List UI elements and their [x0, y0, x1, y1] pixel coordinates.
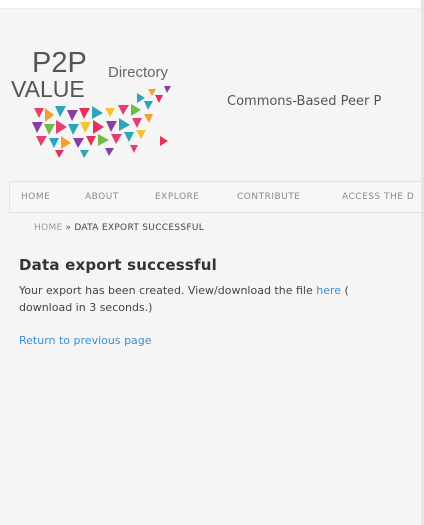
export-message-paren: (: [341, 284, 349, 297]
nav-item-access-the-data[interactable]: ACCESS THE D: [342, 182, 414, 212]
breadcrumb: HOME» DATA EXPORT SUCCESSFUL: [34, 223, 204, 233]
logo-text-directory: Directory: [108, 64, 169, 81]
download-file-link[interactable]: here: [316, 284, 341, 297]
logo-text-value: VALUE: [11, 76, 85, 102]
nav-item-explore[interactable]: EXPLORE: [155, 182, 200, 212]
page-title: Data export successful: [19, 256, 217, 274]
logo-text-p2p: P2P: [32, 47, 87, 79]
return-to-previous-page-link[interactable]: Return to previous page: [19, 334, 152, 347]
breadcrumb-current: DATA EXPORT SUCCESSFUL: [74, 223, 205, 233]
breadcrumb-separator: »: [65, 223, 72, 233]
p2p-value-logo-graphic: P2P VALUE Directory: [11, 47, 171, 158]
browser-top-strip: [0, 0, 424, 9]
nav-item-home[interactable]: HOME: [21, 182, 50, 212]
nav-item-about[interactable]: ABOUT: [85, 182, 119, 212]
export-message-text: Your export has been created. View/downl…: [19, 284, 317, 297]
export-message-countdown: download in 3 seconds.): [19, 301, 153, 314]
site-logo[interactable]: P2P VALUE Directory: [10, 46, 190, 161]
breadcrumb-home-link[interactable]: HOME: [34, 223, 63, 233]
export-message: Your export has been created. View/downl…: [19, 282, 424, 316]
main-navigation: HOME ABOUT EXPLORE CONTRIBUTE ACCESS THE…: [9, 181, 424, 213]
page: P2P VALUE Directory Commons-Based Peer P…: [0, 0, 424, 525]
nav-item-contribute[interactable]: CONTRIBUTE: [237, 182, 300, 212]
site-tagline: Commons-Based Peer P: [227, 94, 382, 109]
